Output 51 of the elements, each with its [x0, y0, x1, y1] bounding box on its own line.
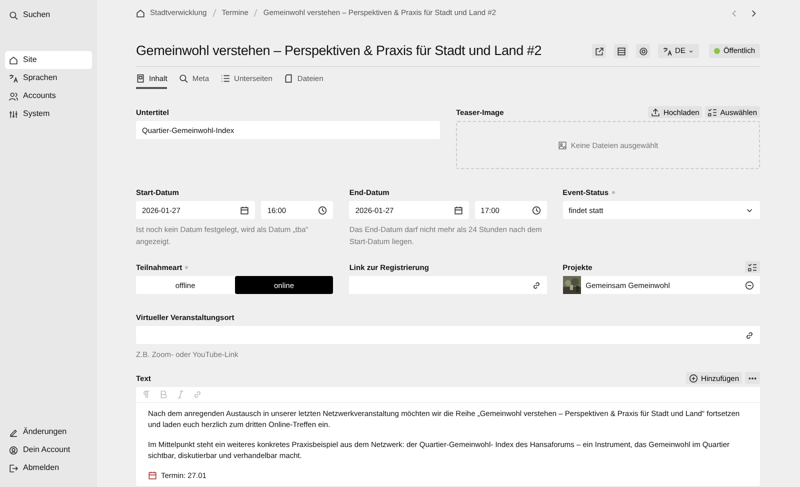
- open-link-button[interactable]: [592, 44, 606, 58]
- users-icon: [9, 92, 18, 100]
- home-icon: [9, 56, 18, 64]
- link-icon: [193, 390, 202, 400]
- file-icon: [284, 74, 294, 84]
- search-icon: [179, 74, 188, 84]
- italic-icon: [176, 390, 185, 400]
- link-icon: [532, 280, 541, 290]
- preview-button[interactable]: [614, 44, 628, 58]
- bold-icon: [159, 390, 168, 400]
- calendar-icon: [240, 206, 250, 215]
- user-icon: [9, 446, 18, 454]
- panel-icon: [616, 46, 626, 56]
- external-link-icon: [594, 46, 604, 56]
- remove-icon: [744, 280, 754, 290]
- upload-icon: [651, 108, 660, 117]
- page-icon: [136, 74, 145, 84]
- checklist-icon: [748, 262, 757, 272]
- link-field[interactable]: [349, 276, 547, 294]
- select-button[interactable]: [744, 261, 760, 274]
- sidebar-item[interactable]: System: [5, 105, 92, 123]
- checklist-icon: [708, 108, 718, 117]
- logout-icon: [9, 464, 18, 472]
- home-icon: [136, 8, 145, 18]
- page-title: Gemeinwohl verstehen – Perspektiven & Praxis für Stadt und Land #2: [136, 43, 542, 60]
- translate-icon: [663, 46, 672, 56]
- pen-icon: [9, 428, 18, 436]
- sidebar-item[interactable]: Sprachen: [5, 69, 92, 87]
- sidebar-item[interactable]: Änderungen: [5, 423, 92, 441]
- sidebar-item[interactable]: Dein Account: [5, 441, 92, 459]
- translate-icon: [9, 74, 18, 82]
- paragraph-icon: [142, 390, 151, 400]
- image-icon: [558, 140, 567, 150]
- plus-icon: [689, 374, 698, 383]
- settings-button[interactable]: [636, 44, 650, 58]
- clock-icon: [532, 206, 541, 215]
- url-field[interactable]: [136, 326, 760, 344]
- clock-icon: [318, 206, 328, 215]
- sidebar-item[interactable]: Abmelden: [5, 459, 92, 477]
- chevron-left-icon: [730, 8, 738, 18]
- calendar-icon: [454, 206, 463, 215]
- settings-icon: [638, 46, 648, 56]
- sliders-icon: [9, 110, 18, 118]
- calendar-icon: [148, 471, 157, 480]
- list-icon: [221, 74, 230, 84]
- sidebar-item[interactable]: Accounts: [5, 87, 92, 105]
- search-icon: [9, 10, 18, 20]
- search-button[interactable]: Suchen: [5, 6, 92, 24]
- more-button[interactable]: [745, 372, 760, 384]
- link-icon: [745, 330, 754, 340]
- sidebar-item[interactable]: Site: [5, 51, 92, 69]
